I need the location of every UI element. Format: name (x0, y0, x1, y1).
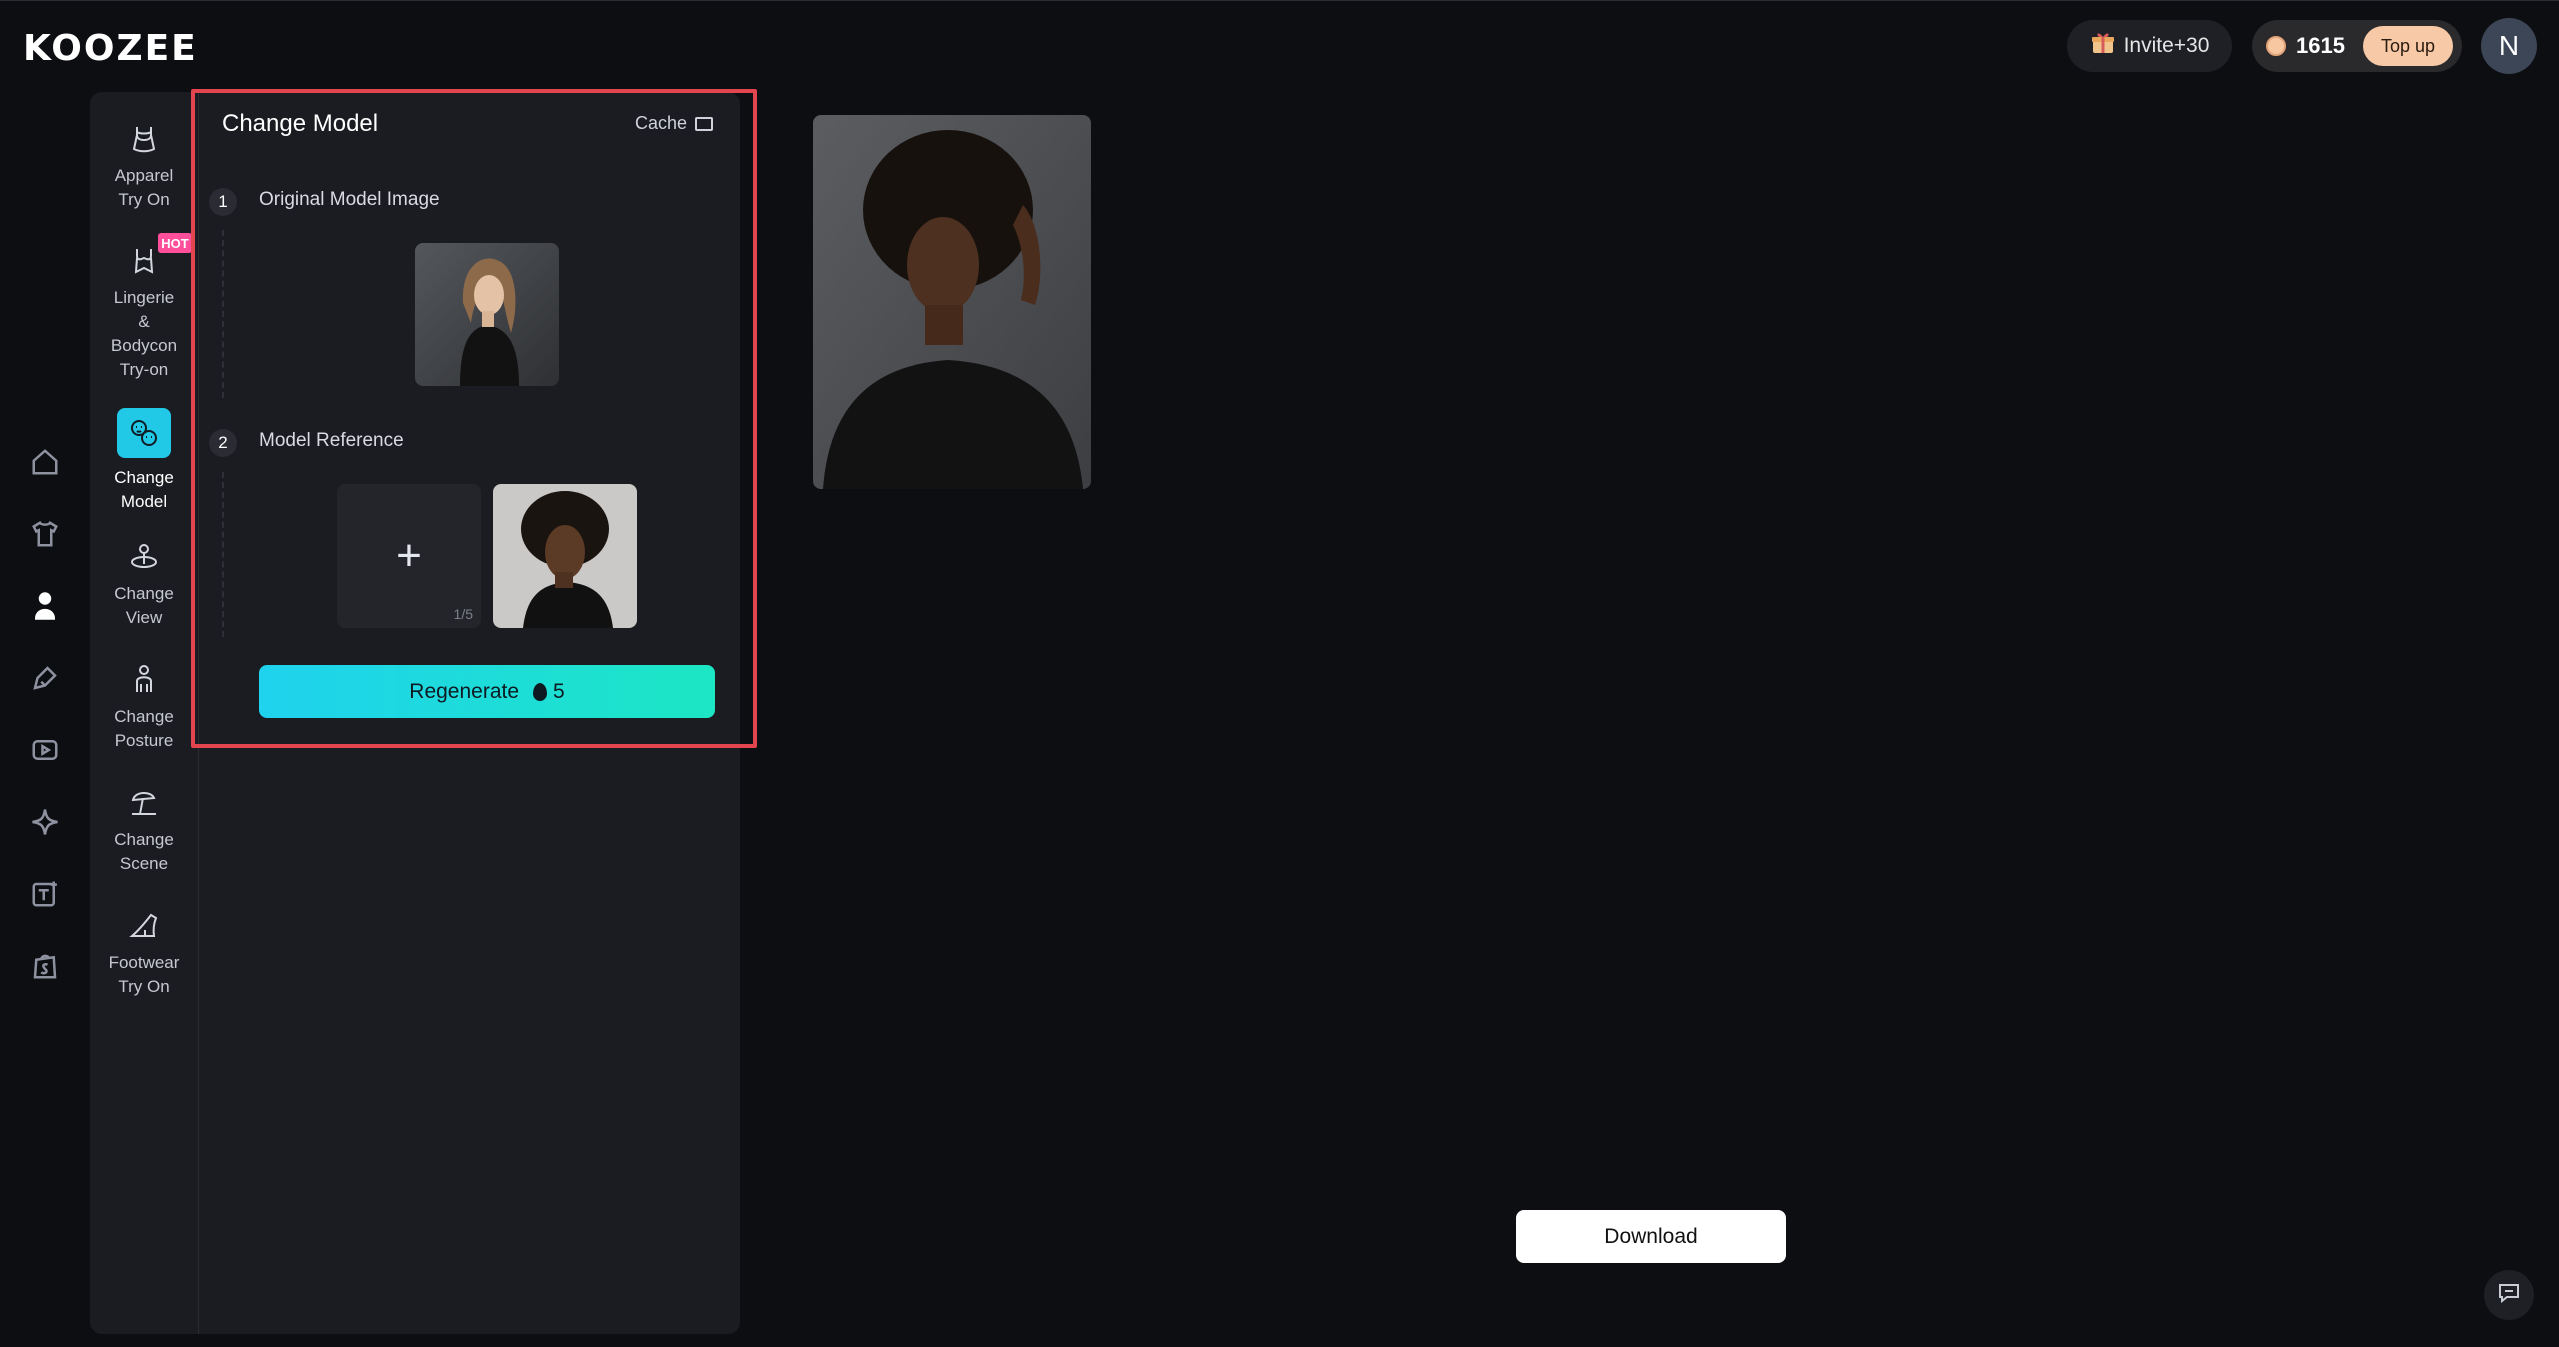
tool-change-posture[interactable]: Change Posture (90, 663, 198, 753)
tool-label-line: View (125, 608, 163, 627)
tool-footwear-try-on[interactable]: Footwear Try On (90, 909, 198, 999)
dress-icon (127, 122, 161, 156)
tool-label-line: Bodycon (110, 336, 178, 355)
main-nav (28, 445, 62, 1021)
tool-change-model[interactable]: Change Model (90, 408, 198, 514)
tool-change-view[interactable]: Change View (90, 540, 198, 630)
gift-icon (2090, 30, 2116, 62)
lingerie-icon (127, 244, 161, 278)
text-add-icon[interactable] (28, 877, 62, 911)
credits-balance: 1615 (2296, 33, 2345, 58)
result-image[interactable] (813, 115, 1091, 489)
invite-label: Invite+30 (2123, 34, 2210, 57)
user-avatar[interactable]: N (2481, 18, 2537, 74)
posture-icon (127, 663, 161, 697)
tool-change-scene[interactable]: Change Scene (90, 786, 198, 876)
tool-label-line: Apparel (114, 166, 174, 185)
focus-highlight (191, 89, 757, 748)
tool-apparel-try-on[interactable]: Apparel Try On (90, 122, 198, 212)
download-button[interactable]: Download (1516, 1210, 1786, 1263)
tool-label-line: Change (114, 584, 174, 603)
scene-icon (127, 786, 161, 820)
feedback-chat-button[interactable] (2484, 1270, 2534, 1320)
model-icon[interactable] (28, 589, 62, 623)
coin-icon (2266, 36, 2286, 56)
koozee-logo[interactable]: KOOZEE (23, 28, 198, 69)
heel-icon (127, 909, 161, 943)
tool-label-line: Change (114, 830, 174, 849)
home-icon[interactable] (28, 445, 62, 479)
tool-label-line: Try On (118, 190, 170, 209)
tool-label-line: & (138, 312, 150, 331)
top-up-button[interactable]: Top up (2362, 26, 2453, 66)
credits-pill: 1615 Top up (2252, 20, 2462, 72)
tool-lingerie-try-on[interactable]: Lingerie & Bodycon Try-on (90, 244, 198, 382)
tool-label-line: Try-on (119, 360, 169, 379)
hot-badge: HOT (158, 233, 192, 253)
video-icon[interactable] (28, 733, 62, 767)
tool-label-line: Lingerie (113, 288, 175, 307)
top-border (0, 0, 2559, 1)
chat-icon (2497, 1281, 2521, 1310)
rotate-icon (127, 540, 161, 574)
faces-icon (117, 408, 171, 458)
tool-label-line: Posture (114, 731, 174, 750)
tool-label-line: Scene (119, 854, 169, 873)
invite-button[interactable]: Invite+30 (2067, 20, 2232, 72)
brush-icon[interactable] (28, 661, 62, 695)
sparkle-icon[interactable] (28, 805, 62, 839)
shirt-icon[interactable] (28, 517, 62, 551)
shopify-icon[interactable] (28, 949, 62, 983)
tool-label-line: Model (120, 492, 168, 511)
tool-label-line: Change (114, 707, 174, 726)
tool-label-line: Footwear (108, 953, 180, 972)
tool-label-line: Change (114, 468, 174, 487)
tool-label-line: Try On (118, 977, 170, 996)
